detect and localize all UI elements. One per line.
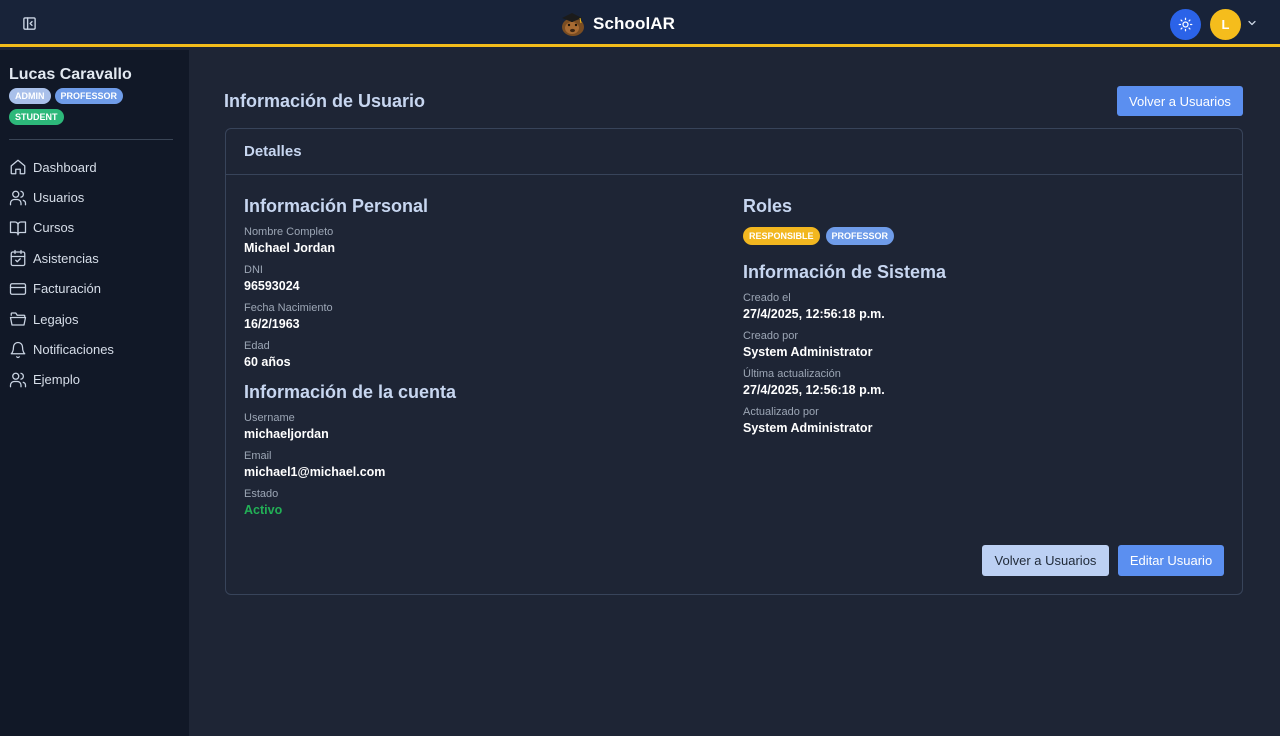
right-column: Roles RESPONSIBLE PROFESSOR Información … bbox=[743, 193, 1223, 437]
status-value: Activo bbox=[244, 503, 283, 517]
field-updated-at: Última actualización 27/4/2025, 12:56:18… bbox=[743, 367, 1223, 399]
back-to-users-bottom-button[interactable]: Volver a Usuarios bbox=[982, 545, 1109, 576]
users-icon bbox=[9, 372, 27, 388]
folder-icon bbox=[9, 312, 27, 326]
edit-user-button[interactable]: Editar Usuario bbox=[1118, 545, 1224, 576]
back-to-users-button[interactable]: Volver a Usuarios bbox=[1117, 86, 1243, 116]
role-badge-admin: ADMIN bbox=[9, 88, 51, 104]
field-value: System Administrator bbox=[743, 421, 873, 435]
page-title: Información de Usuario bbox=[224, 91, 426, 111]
field-label: Creado el bbox=[743, 292, 791, 304]
sun-icon bbox=[1178, 17, 1193, 32]
field-created-at: Creado el 27/4/2025, 12:56:18 p.m. bbox=[743, 291, 1223, 323]
field-label: Edad bbox=[244, 340, 270, 352]
sidebar-item-label: Dashboard bbox=[33, 159, 97, 175]
sidebar-item-dashboard[interactable]: Dashboard bbox=[0, 152, 189, 182]
field-value: 27/4/2025, 12:56:18 p.m. bbox=[743, 383, 885, 397]
left-column: Información Personal Nombre Completo Mic… bbox=[244, 193, 724, 519]
field-created-by: Creado por System Administrator bbox=[743, 329, 1223, 361]
avatar[interactable]: L bbox=[1210, 9, 1241, 40]
field-label: Fecha Nacimiento bbox=[244, 302, 333, 314]
sidebar-item-ejemplo[interactable]: Ejemplo bbox=[0, 365, 189, 395]
field-full-name: Nombre Completo Michael Jordan bbox=[244, 225, 724, 257]
roles-list: RESPONSIBLE PROFESSOR bbox=[743, 227, 1223, 245]
users-icon bbox=[9, 190, 27, 205]
card-title: Detalles bbox=[244, 143, 302, 160]
app-name: SchoolAR bbox=[593, 14, 676, 33]
sidebar-divider bbox=[9, 139, 173, 140]
sidebar-item-cursos[interactable]: Cursos bbox=[0, 213, 189, 243]
field-value: 60 años bbox=[244, 355, 291, 369]
theme-toggle-button[interactable] bbox=[1170, 9, 1201, 40]
field-value: 27/4/2025, 12:56:18 p.m. bbox=[743, 307, 885, 321]
sidebar-item-usuarios[interactable]: Usuarios bbox=[0, 182, 189, 212]
field-value: 16/2/1963 bbox=[244, 317, 300, 331]
sidebar-item-legajos[interactable]: Legajos bbox=[0, 304, 189, 334]
roles-title: Roles bbox=[743, 196, 793, 216]
sidebar-nav: Dashboard Usuarios Cursos Asistencias Fa… bbox=[0, 152, 189, 395]
card-header: Detalles bbox=[226, 129, 1242, 175]
field-status: Estado Activo bbox=[244, 487, 724, 519]
brand[interactable]: SchoolAR bbox=[558, 8, 675, 40]
field-label: Última actualización bbox=[743, 368, 841, 380]
home-icon bbox=[10, 159, 26, 175]
user-details-card: Detalles Información Personal Nombre Com… bbox=[225, 128, 1243, 595]
sidebar-item-label: Asistencias bbox=[33, 250, 99, 266]
field-label: Creado por bbox=[743, 330, 799, 342]
field-age: Edad 60 años bbox=[244, 339, 724, 371]
sidebar: Lucas Caravallo ADMIN PROFESSOR STUDENT … bbox=[0, 50, 189, 736]
role-badge-student: STUDENT bbox=[9, 109, 64, 125]
field-label: Email bbox=[244, 450, 272, 462]
card-actions: Volver a Usuarios Editar Usuario bbox=[982, 545, 1224, 576]
sidebar-item-label: Ejemplo bbox=[33, 372, 80, 388]
field-label: Username bbox=[244, 412, 295, 424]
sidebar-item-asistencias[interactable]: Asistencias bbox=[0, 243, 189, 273]
sidebar-item-label: Cursos bbox=[33, 220, 75, 236]
field-birth-date: Fecha Nacimiento 16/2/1963 bbox=[244, 301, 724, 333]
field-label: Estado bbox=[244, 488, 279, 500]
sidebar-item-facturacion[interactable]: Facturación bbox=[0, 274, 189, 304]
role-badge-responsible: RESPONSIBLE bbox=[743, 227, 820, 245]
sidebar-item-notificaciones[interactable]: Notificaciones bbox=[0, 334, 189, 364]
bell-icon bbox=[10, 341, 26, 358]
top-bar: SchoolAR L bbox=[0, 0, 1280, 47]
sidebar-item-label: Legajos bbox=[33, 311, 79, 327]
field-value: 96593024 bbox=[244, 279, 300, 293]
field-label: Actualizado por bbox=[743, 406, 819, 418]
sidebar-item-label: Notificaciones bbox=[33, 342, 114, 358]
credit-card-icon bbox=[9, 282, 27, 295]
field-dni: DNI 96593024 bbox=[244, 263, 724, 295]
field-label: Nombre Completo bbox=[244, 226, 334, 238]
sidebar-item-label: Facturación bbox=[33, 281, 101, 297]
field-value: Michael Jordan bbox=[244, 241, 335, 255]
role-badge-professor: PROFESSOR bbox=[54, 88, 124, 104]
sidebar-user-name: Lucas Caravallo bbox=[9, 66, 132, 83]
field-label: DNI bbox=[244, 264, 263, 276]
field-updated-by: Actualizado por System Administrator bbox=[743, 405, 1223, 437]
calendar-check-icon bbox=[10, 250, 26, 267]
book-icon bbox=[9, 221, 27, 236]
chevron-down-icon[interactable] bbox=[1246, 17, 1258, 29]
capybara-logo-icon bbox=[562, 13, 584, 36]
field-value: michael1@michael.com bbox=[244, 465, 386, 479]
panel-left-icon[interactable] bbox=[20, 14, 39, 33]
field-value: System Administrator bbox=[743, 345, 873, 359]
system-info-title: Información de Sistema bbox=[743, 262, 947, 282]
field-value: michaeljordan bbox=[244, 427, 329, 441]
sidebar-item-label: Usuarios bbox=[33, 190, 85, 206]
field-email: Email michael1@michael.com bbox=[244, 449, 724, 481]
account-info-title: Información de la cuenta bbox=[244, 382, 457, 402]
field-username: Username michaeljordan bbox=[244, 411, 724, 443]
role-badge-professor: PROFESSOR bbox=[825, 227, 895, 245]
user-role-badges: ADMIN PROFESSOR STUDENT bbox=[9, 88, 174, 125]
personal-info-title: Información Personal bbox=[244, 196, 429, 216]
